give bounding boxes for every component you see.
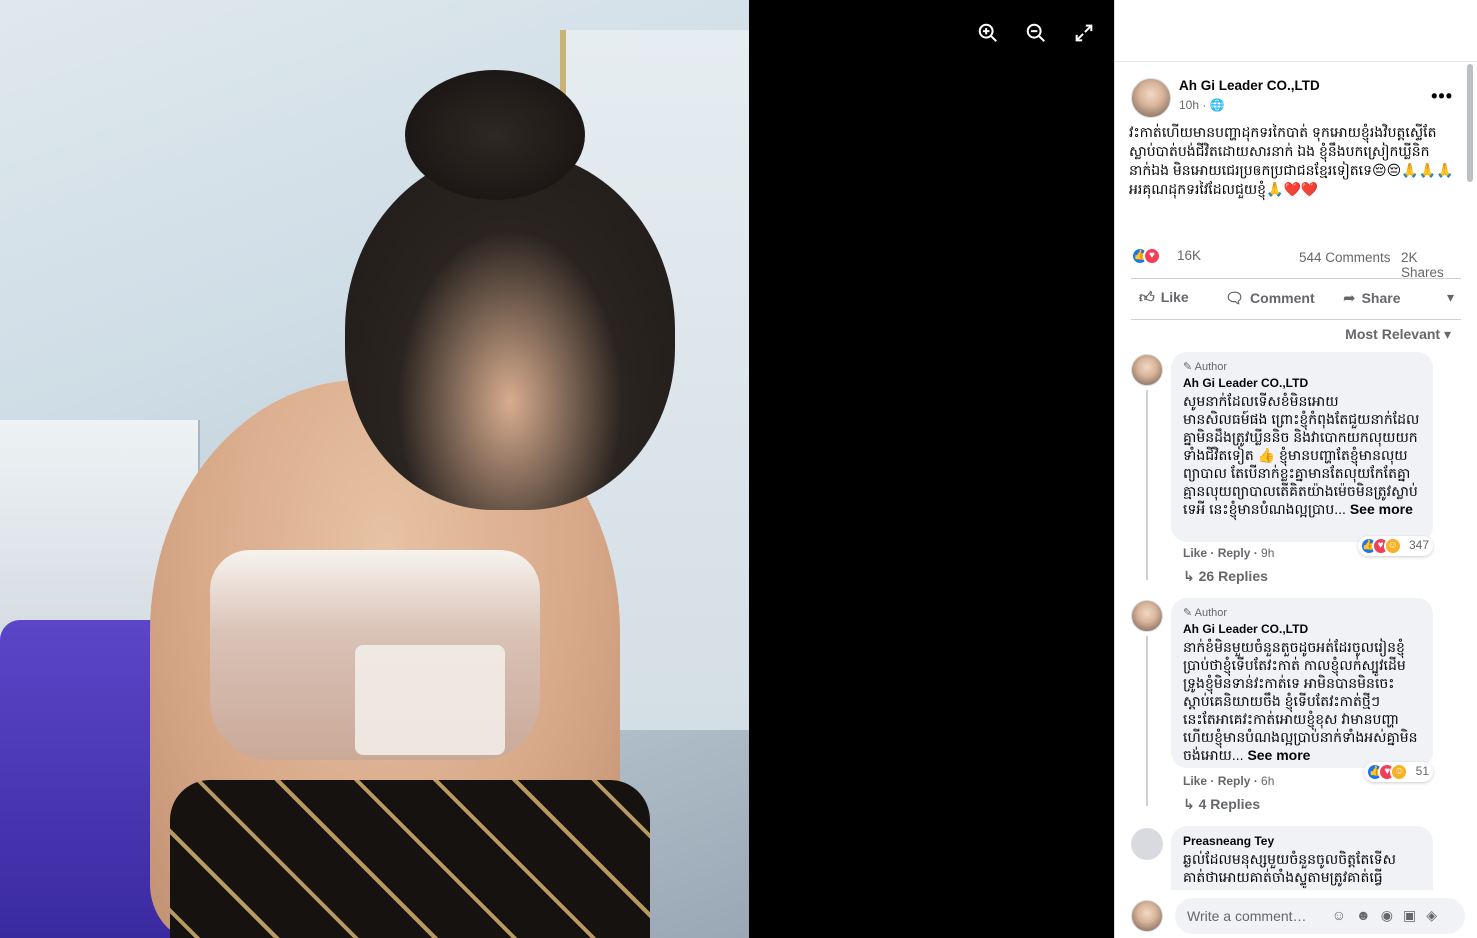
- zoom-in-icon[interactable]: [974, 22, 1002, 50]
- reactions-summary: 👍 ♥ 16K 544 Comments 2K Shares: [1131, 246, 1461, 280]
- author-badge: ✎ Author: [1183, 361, 1228, 373]
- care-reaction-icon: ☺: [1383, 537, 1402, 555]
- commenter-avatar[interactable]: [1131, 354, 1163, 386]
- comment-reaction-count: 51: [1415, 764, 1429, 779]
- comment-reply-link[interactable]: Reply: [1218, 546, 1251, 560]
- photo-pants: [170, 780, 650, 938]
- commenter-avatar[interactable]: [1131, 828, 1163, 860]
- scroll-thumb[interactable]: [1467, 64, 1473, 182]
- sort-label: Most Relevant: [1345, 326, 1441, 342]
- comment-sort-dropdown[interactable]: Most Relevant ▾: [1345, 326, 1451, 343]
- comment-item: ✎ Author Ah Gi Leader CO.,LTD សូមនាក់ដែល…: [1131, 352, 1461, 588]
- commenter-avatar[interactable]: [1131, 600, 1163, 632]
- photo-viewer: [0, 0, 1114, 938]
- comment-time[interactable]: 6h: [1261, 774, 1274, 788]
- share-button[interactable]: ➦ Share: [1343, 289, 1401, 307]
- chevron-down-icon: ▾: [1443, 326, 1451, 342]
- thread-line: [1146, 390, 1148, 580]
- comment-body: សូមនាក់ដែលទើសខំមិនអោយមានសិលធម៍ផង ព្រោះខ្…: [1183, 393, 1420, 517]
- commenter-name[interactable]: Preasneang Tey: [1183, 834, 1421, 848]
- comment-bubble: Preasneang Tey ឆ្ងល់ដែលមនុស្សមួយចំនួនចូល…: [1171, 826, 1433, 890]
- author-badge-label: Author: [1194, 361, 1228, 373]
- poster-name[interactable]: Ah Gi Leader CO.,LTD: [1179, 78, 1320, 93]
- share-label: Share: [1361, 290, 1401, 306]
- view-replies-link[interactable]: ↳ 26 Replies: [1183, 568, 1268, 585]
- more-options-icon[interactable]: •••: [1431, 86, 1453, 107]
- comment-like-link[interactable]: Like: [1183, 546, 1207, 560]
- comment-body: នាក់ខំមិនមួយចំនួនតួចដូចអត់ដែរចូលរៀនខ្ញុំ…: [1183, 639, 1418, 763]
- comment-item: Preasneang Tey ឆ្ងល់ដែលមនុស្សមួយចំនួនចូល…: [1131, 826, 1461, 890]
- comment-text: ឆ្ងល់ដែលមនុស្សមួយចំនួនចូលចិត្តតែទើសគាត់ថ…: [1183, 851, 1397, 885]
- comment-reactions[interactable]: 👍 ♥ ☺ 51: [1364, 762, 1433, 782]
- profile-switch-caret[interactable]: ▾: [1447, 289, 1454, 306]
- panel-topbar: [1115, 0, 1477, 62]
- post-actions: 👍︎ Like 🗨︎ Comment ➦ Share ▾: [1131, 278, 1461, 320]
- emoji-icon[interactable]: ☻: [1356, 907, 1381, 923]
- gif-icon[interactable]: ▣: [1403, 907, 1426, 923]
- composer-tools: ☺☻◉▣◈: [1332, 907, 1447, 924]
- thumbs-up-icon: 👍︎: [1139, 289, 1155, 306]
- see-more-link[interactable]: See more: [1350, 501, 1413, 517]
- comment-reaction-count: 347: [1408, 538, 1429, 553]
- comment-button[interactable]: 🗨︎ Comment: [1225, 289, 1315, 307]
- panel-scrollbar[interactable]: [1465, 62, 1473, 932]
- comment-bubble: ✎ Author Ah Gi Leader CO.,LTD នាក់ខំមិនម…: [1171, 598, 1433, 768]
- fullscreen-icon[interactable]: [1070, 22, 1098, 50]
- commenter-name[interactable]: Ah Gi Leader CO.,LTD: [1183, 622, 1421, 636]
- comments-count[interactable]: 544 Comments: [1299, 250, 1391, 265]
- post-photo[interactable]: [0, 0, 749, 938]
- comment-meta: Like · Reply · 6h: [1183, 774, 1275, 788]
- post-text: វះកាត់ហើយមានបញ្ហាដុកទរកៃបាត់ ទុកអោយខ្ញុំ…: [1129, 124, 1454, 197]
- camera-icon[interactable]: ◉: [1381, 907, 1403, 923]
- comment-meta: Like · Reply · 9h: [1183, 546, 1275, 560]
- post-timestamp[interactable]: 10h · 🌐: [1179, 98, 1225, 112]
- comment-reactions[interactable]: 👍 ♥ ☺ 347: [1357, 536, 1433, 556]
- comment-composer: Write a comment… ☺☻◉▣◈: [1131, 896, 1465, 938]
- author-badge: ✎ Author: [1183, 607, 1228, 619]
- like-label: Like: [1160, 289, 1189, 305]
- commenter-name[interactable]: Ah Gi Leader CO.,LTD: [1183, 376, 1421, 390]
- shares-count[interactable]: 2K Shares: [1401, 250, 1461, 280]
- replies-label: 4 Replies: [1198, 796, 1261, 812]
- comment-text: នាក់ខំមិនមួយចំនួនតួចដូចអត់ដែរចូលរៀនខ្ញុំ…: [1183, 638, 1421, 764]
- comment-reply-link[interactable]: Reply: [1218, 774, 1251, 788]
- care-reaction-icon: ☺: [1390, 763, 1409, 781]
- photo-head: [345, 150, 675, 510]
- reply-arrow-icon: ↳: [1183, 568, 1195, 584]
- comment-text: សូមនាក់ដែលទើសខំមិនអោយមានសិលធម៍ផង ព្រោះខ្…: [1183, 392, 1421, 518]
- viewer-avatar[interactable]: [1131, 900, 1163, 932]
- comment-item: ✎ Author Ah Gi Leader CO.,LTD នាក់ខំមិនម…: [1131, 598, 1461, 816]
- post-side-panel: Ah Gi Leader CO.,LTD 10h · 🌐 ••• វះកាត់ហ…: [1114, 0, 1477, 938]
- reactions-count[interactable]: 16K: [1177, 248, 1201, 263]
- thread-line: [1146, 636, 1148, 806]
- comment-label: Comment: [1250, 290, 1315, 306]
- love-reaction-icon: ♥: [1143, 247, 1161, 265]
- comment-time[interactable]: 9h: [1261, 546, 1274, 560]
- like-button[interactable]: 👍︎ Like: [1139, 289, 1189, 307]
- see-more-link[interactable]: See more: [1247, 747, 1310, 763]
- zoom-out-icon[interactable]: [1022, 22, 1050, 50]
- reply-arrow-icon: ↳: [1183, 796, 1195, 812]
- post-header: Ah Gi Leader CO.,LTD 10h · 🌐 •••: [1131, 78, 1461, 118]
- poster-avatar[interactable]: [1131, 78, 1171, 118]
- photo-hair-bun: [405, 70, 585, 200]
- sticker-icon[interactable]: ◈: [1426, 907, 1447, 923]
- author-badge-label: Author: [1194, 607, 1228, 619]
- comment-bubble: ✎ Author Ah Gi Leader CO.,LTD សូមនាក់ដែល…: [1171, 352, 1433, 542]
- share-arrow-icon: ➦: [1343, 290, 1356, 307]
- photo-pad: [355, 645, 505, 755]
- comment-like-link[interactable]: Like: [1183, 774, 1207, 788]
- view-replies-link[interactable]: ↳ 4 Replies: [1183, 796, 1260, 813]
- avatar-sticker-icon[interactable]: ☺: [1332, 907, 1356, 923]
- speech-bubble-icon: 🗨︎: [1225, 290, 1245, 307]
- reaction-icons[interactable]: 👍 ♥: [1131, 247, 1161, 265]
- replies-label: 26 Replies: [1198, 568, 1268, 584]
